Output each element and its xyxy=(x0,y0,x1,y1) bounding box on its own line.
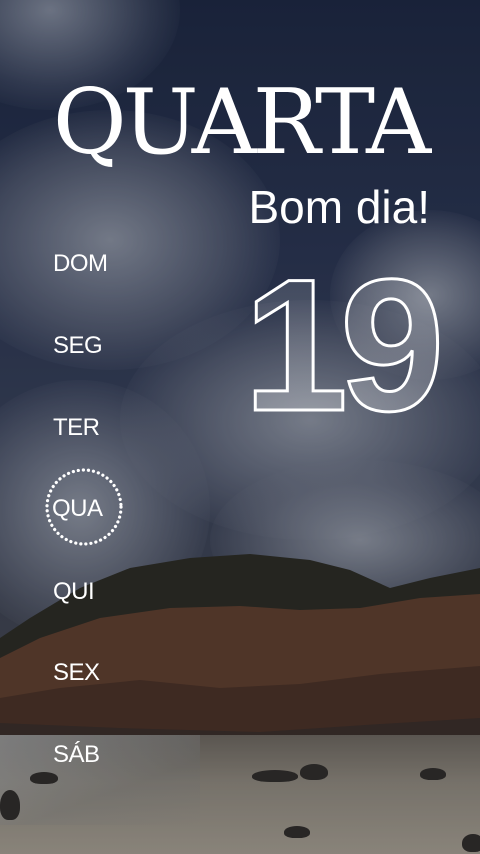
greeting-text: Bom dia! xyxy=(248,181,430,233)
day-number: 19 xyxy=(242,262,446,422)
day-item-qui[interactable]: QUI xyxy=(53,580,95,604)
day-item-qua[interactable]: QUA xyxy=(52,497,103,521)
weekday-title: QUARTA xyxy=(52,70,431,175)
day-item-sab[interactable]: SÁB xyxy=(53,743,100,767)
day-item-dom[interactable]: DOM xyxy=(53,252,108,276)
day-item-seg[interactable]: SEG xyxy=(53,334,103,358)
day-item-sex[interactable]: SEX xyxy=(53,661,100,685)
day-item-ter[interactable]: TER xyxy=(53,416,100,440)
day-number-text: 19 xyxy=(243,262,438,422)
